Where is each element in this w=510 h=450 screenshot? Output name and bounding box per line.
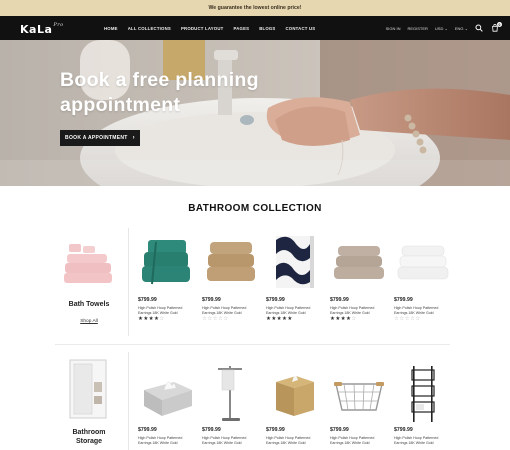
divider: [128, 228, 129, 336]
product-image: [266, 232, 324, 294]
product-card[interactable]: $799.99 High Polish Hoop Patterned Earri…: [266, 362, 324, 445]
menu-item-contact-us[interactable]: CONTACT US: [286, 26, 316, 31]
product-image: [330, 362, 388, 424]
menu-item-pages[interactable]: PAGES: [233, 26, 249, 31]
cart-count-badge: 0: [497, 22, 502, 27]
hero-banner: Book a free planning appointment BOOK A …: [0, 40, 510, 186]
divider: [128, 352, 129, 450]
product-card[interactable]: $799.99 High Polish Hoop Patterned Earri…: [138, 362, 196, 445]
star-rating: ☆☆☆☆☆: [202, 316, 229, 323]
language-value: ENG: [454, 25, 464, 31]
white-towels-image: [397, 245, 449, 280]
star-rating: ☆☆☆☆☆: [394, 316, 421, 323]
promo-text: We guarantee the lowest online price!: [208, 5, 302, 11]
pink-towels-image: [64, 244, 112, 283]
logo-text: KaLa: [20, 23, 53, 36]
patterned-towel-image: [276, 236, 314, 288]
register-link[interactable]: REGISTER: [407, 26, 427, 31]
product-price: $799.99: [202, 427, 221, 433]
product-card[interactable]: $799.99 High Polish Hoop Patterned Earri…: [202, 232, 260, 323]
chevron-down-icon: ⌄: [444, 25, 448, 31]
language-select[interactable]: ENG ⌄: [455, 26, 468, 31]
product-name[interactable]: High Polish Hoop Patterned Earrings 18K …: [202, 306, 260, 315]
search-button[interactable]: [474, 23, 484, 33]
product-name[interactable]: High Polish Hoop Patterned Earrings 18K …: [394, 436, 452, 445]
product-price: $799.99: [266, 427, 285, 433]
main-menu: HOME ALL COLLECTIONS PRODUCT LAYOUT PAGE…: [104, 16, 325, 40]
taupe-towels-image: [334, 246, 384, 279]
storage-tower-image: [411, 366, 435, 422]
product-price: $799.99: [138, 297, 157, 303]
category-bathroom-storage-image[interactable]: [66, 358, 110, 422]
wire-basket-image: [334, 382, 384, 411]
product-image: [138, 362, 196, 424]
hero-title: Book a free planning appointment: [60, 69, 259, 116]
product-image: [202, 362, 260, 424]
product-price: $799.99: [138, 427, 157, 433]
beige-towels-image: [207, 242, 255, 281]
product-card[interactable]: $799.99 High Polish Hoop Patterned Earri…: [394, 232, 452, 323]
menu-item-product-layout[interactable]: PRODUCT LAYOUT: [181, 26, 224, 31]
product-price: $799.99: [202, 297, 221, 303]
shop-all-link[interactable]: Shop All: [80, 319, 98, 324]
product-price: $799.99: [330, 297, 349, 303]
product-card[interactable]: $799.99 High Polish Hoop Patterned Earri…: [202, 362, 260, 445]
sign-in-link[interactable]: SIGN IN: [386, 26, 401, 31]
book-appointment-label: BOOK A APPOINTMENT: [65, 135, 128, 141]
tissue-box-image: [144, 381, 192, 416]
menu-item-home[interactable]: HOME: [104, 26, 118, 31]
product-image: [394, 232, 452, 294]
logo[interactable]: KaLa Pro: [20, 20, 64, 36]
category-bath-towels-image[interactable]: [63, 240, 115, 284]
cabinet-image: [69, 359, 107, 419]
product-name[interactable]: High Polish Hoop Patterned Earrings 18K …: [266, 436, 324, 445]
product-name[interactable]: High Polish Hoop Patterned Earrings 18K …: [330, 306, 388, 315]
product-image: [394, 362, 452, 424]
product-card[interactable]: $799.99 High Polish Hoop Patterned Earri…: [394, 362, 452, 445]
gold-tissue-box-image: [276, 375, 314, 416]
cart-button[interactable]: 0: [490, 22, 502, 33]
product-price: $799.99: [330, 427, 349, 433]
product-name[interactable]: High Polish Hoop Patterned Earrings 18K …: [266, 306, 324, 315]
main-navbar: KaLa Pro HOME ALL COLLECTIONS PRODUCT LA…: [0, 16, 510, 40]
product-name[interactable]: High Polish Hoop Patterned Earrings 18K …: [330, 436, 388, 445]
category-bath-towels: Bath Towels Shop All: [55, 300, 123, 327]
product-image: [266, 362, 324, 424]
product-card[interactable]: $799.99 High Polish Hoop Patterned Earri…: [330, 362, 388, 445]
category-name: Bath Towels: [68, 301, 110, 308]
search-icon: [475, 24, 483, 32]
teal-towels-image: [142, 240, 190, 285]
product-image: [138, 232, 196, 294]
book-appointment-button[interactable]: BOOK A APPOINTMENT ›: [60, 130, 140, 146]
star-rating: ★★★★★: [266, 316, 293, 323]
product-card[interactable]: $799.99 High Polish Hoop Patterned Earri…: [330, 232, 388, 323]
product-name[interactable]: High Polish Hoop Patterned Earrings 18K …: [138, 306, 196, 315]
category-name: Bathroom Storage: [72, 429, 106, 445]
header-utilities: SIGN IN REGISTER USD ⌄ ENG ⌄ 0: [379, 16, 502, 40]
section-title: BATHROOM COLLECTION: [188, 203, 322, 214]
menu-item-all-collections[interactable]: ALL COLLECTIONS: [128, 26, 171, 31]
product-price: $799.99: [394, 427, 413, 433]
product-name[interactable]: High Polish Hoop Patterned Earrings 18K …: [394, 306, 452, 315]
menu-item-blogs[interactable]: BLOGS: [259, 26, 275, 31]
promo-bar: We guarantee the lowest online price!: [0, 0, 510, 16]
product-image: [202, 232, 260, 294]
star-rating: ★★★★☆: [138, 316, 165, 323]
currency-value: USD: [434, 25, 444, 31]
category-bathroom-storage: Bathroom Storage: [55, 428, 123, 446]
product-name[interactable]: High Polish Hoop Patterned Earrings 18K …: [138, 436, 196, 445]
row-divider: [55, 344, 450, 345]
product-price: $799.99: [394, 297, 413, 303]
chevron-right-icon: ›: [132, 135, 135, 141]
product-card[interactable]: $799.99 High Polish Hoop Patterned Earri…: [138, 232, 196, 323]
product-name[interactable]: High Polish Hoop Patterned Earrings 18K …: [202, 436, 260, 445]
product-card[interactable]: $799.99 High Polish Hoop Patterned Earri…: [266, 232, 324, 323]
currency-select[interactable]: USD ⌄: [435, 26, 448, 31]
towel-stand-image: [218, 366, 242, 421]
logo-sub: Pro: [53, 22, 64, 28]
star-rating: ★★★★☆: [330, 316, 357, 323]
product-image: [330, 232, 388, 294]
chevron-down-icon: ⌄: [464, 25, 468, 31]
product-price: $799.99: [266, 297, 285, 303]
